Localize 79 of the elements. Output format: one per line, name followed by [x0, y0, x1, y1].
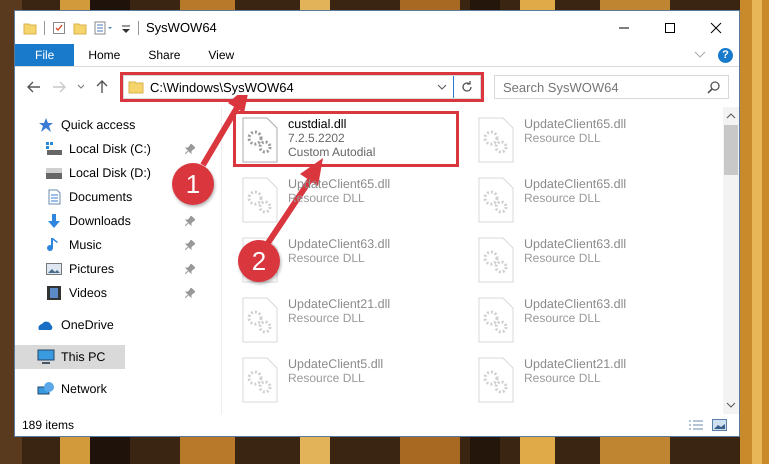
- star-icon: [37, 117, 55, 133]
- file-details: Resource DLL: [524, 131, 602, 145]
- scroll-thumb[interactable]: [724, 125, 738, 175]
- file-name: UpdateClient65.dll: [524, 117, 626, 131]
- search-icon[interactable]: [707, 81, 720, 94]
- refresh-icon[interactable]: [460, 80, 474, 94]
- file-icon: [478, 117, 514, 163]
- sidebar-item[interactable]: Network: [15, 377, 113, 401]
- sidebar-item[interactable]: Pictures: [15, 257, 120, 281]
- checklist-icon[interactable]: [52, 20, 66, 34]
- sidebar-item[interactable]: Videos: [15, 281, 113, 305]
- chevron-down-icon[interactable]: [77, 84, 85, 90]
- file-icon: [478, 297, 514, 343]
- close-icon[interactable]: [710, 22, 722, 34]
- file-name: UpdateClient63.dll: [288, 237, 390, 251]
- sidebar-item[interactable]: Local Disk (D:): [15, 161, 157, 185]
- file-item[interactable]: custdial.dll 7.2.5.2202 Custom Autodial: [233, 111, 459, 167]
- sidebar-item[interactable]: Documents: [15, 185, 138, 209]
- file-details: 7.2.5.2202: [288, 131, 346, 145]
- file-name: UpdateClient63.dll: [524, 237, 626, 251]
- pin-icon[interactable]: [185, 288, 195, 298]
- file-icon: [242, 117, 278, 163]
- file-name: UpdateClient21.dll: [288, 297, 390, 311]
- file-details: Resource DLL: [524, 251, 602, 265]
- picture-icon: [45, 261, 63, 277]
- properties-icon[interactable]: [94, 20, 114, 34]
- file-details: Resource DLL: [288, 251, 366, 265]
- file-icon: [242, 297, 278, 343]
- file-details: Resource DLL: [524, 371, 602, 385]
- scroll-up-icon[interactable]: [726, 113, 736, 119]
- pin-icon[interactable]: [185, 264, 195, 274]
- file-name: UpdateClient21.dll: [524, 357, 626, 371]
- file-details: Resource DLL: [288, 311, 366, 325]
- help-button[interactable]: ?: [718, 48, 733, 62]
- thumbnails-view-icon[interactable]: [712, 419, 727, 431]
- pin-icon[interactable]: [185, 216, 195, 226]
- up-arrow-icon[interactable]: [96, 80, 108, 94]
- details-view-icon[interactable]: [688, 418, 704, 432]
- file-details: Resource DLL: [288, 371, 366, 385]
- file-name: custdial.dll: [288, 117, 348, 131]
- network-icon: [37, 381, 55, 397]
- sidebar-item[interactable]: Music: [15, 233, 108, 257]
- folder-icon: [128, 80, 144, 94]
- sidebar-item[interactable]: Local Disk (C:): [15, 137, 157, 161]
- down-arrow-icon: [45, 213, 63, 229]
- maximize-icon[interactable]: [664, 22, 676, 34]
- file-name: UpdateClient5.dll: [288, 357, 384, 371]
- file-icon: [242, 177, 278, 223]
- file-icon: [478, 177, 514, 223]
- item-count: 189 items: [22, 418, 74, 432]
- pin-icon[interactable]: [185, 240, 195, 250]
- file-details: Custom Autodial: [288, 145, 376, 159]
- ribbon-tab[interactable]: Share: [134, 44, 194, 66]
- ribbon-tab[interactable]: View: [194, 44, 248, 66]
- file-icon: [242, 357, 278, 403]
- file-details: Resource DLL: [524, 311, 602, 325]
- search-field[interactable]: Search SysWOW64: [494, 75, 729, 99]
- file-details: Resource DLL: [524, 191, 602, 205]
- chevron-down-icon[interactable]: [437, 84, 447, 90]
- sidebar-item[interactable]: This PC: [15, 345, 125, 369]
- window-title: SysWOW64: [146, 20, 217, 35]
- sidebar-item[interactable]: Downloads: [15, 209, 137, 233]
- scrollbar[interactable]: [723, 107, 739, 414]
- sidebar-item[interactable]: Quick access: [15, 113, 142, 137]
- drive-icon: [45, 141, 63, 157]
- monitor-icon: [37, 349, 55, 365]
- ribbon-tab[interactable]: File: [15, 44, 74, 66]
- film-icon: [45, 285, 63, 301]
- address-bar[interactable]: C:\Windows\SysWOW64: [123, 75, 481, 99]
- file-name: UpdateClient65.dll: [524, 177, 626, 191]
- pin-icon[interactable]: [185, 144, 195, 154]
- file-icon: [478, 357, 514, 403]
- scroll-down-icon[interactable]: [726, 402, 736, 408]
- drive-icon: [45, 165, 63, 181]
- file-name: UpdateClient63.dll: [524, 297, 626, 311]
- sidebar-item[interactable]: OneDrive: [15, 313, 120, 337]
- file-icon: [478, 237, 514, 283]
- ribbon-tab[interactable]: Home: [74, 44, 134, 66]
- back-arrow-icon[interactable]: [27, 81, 41, 93]
